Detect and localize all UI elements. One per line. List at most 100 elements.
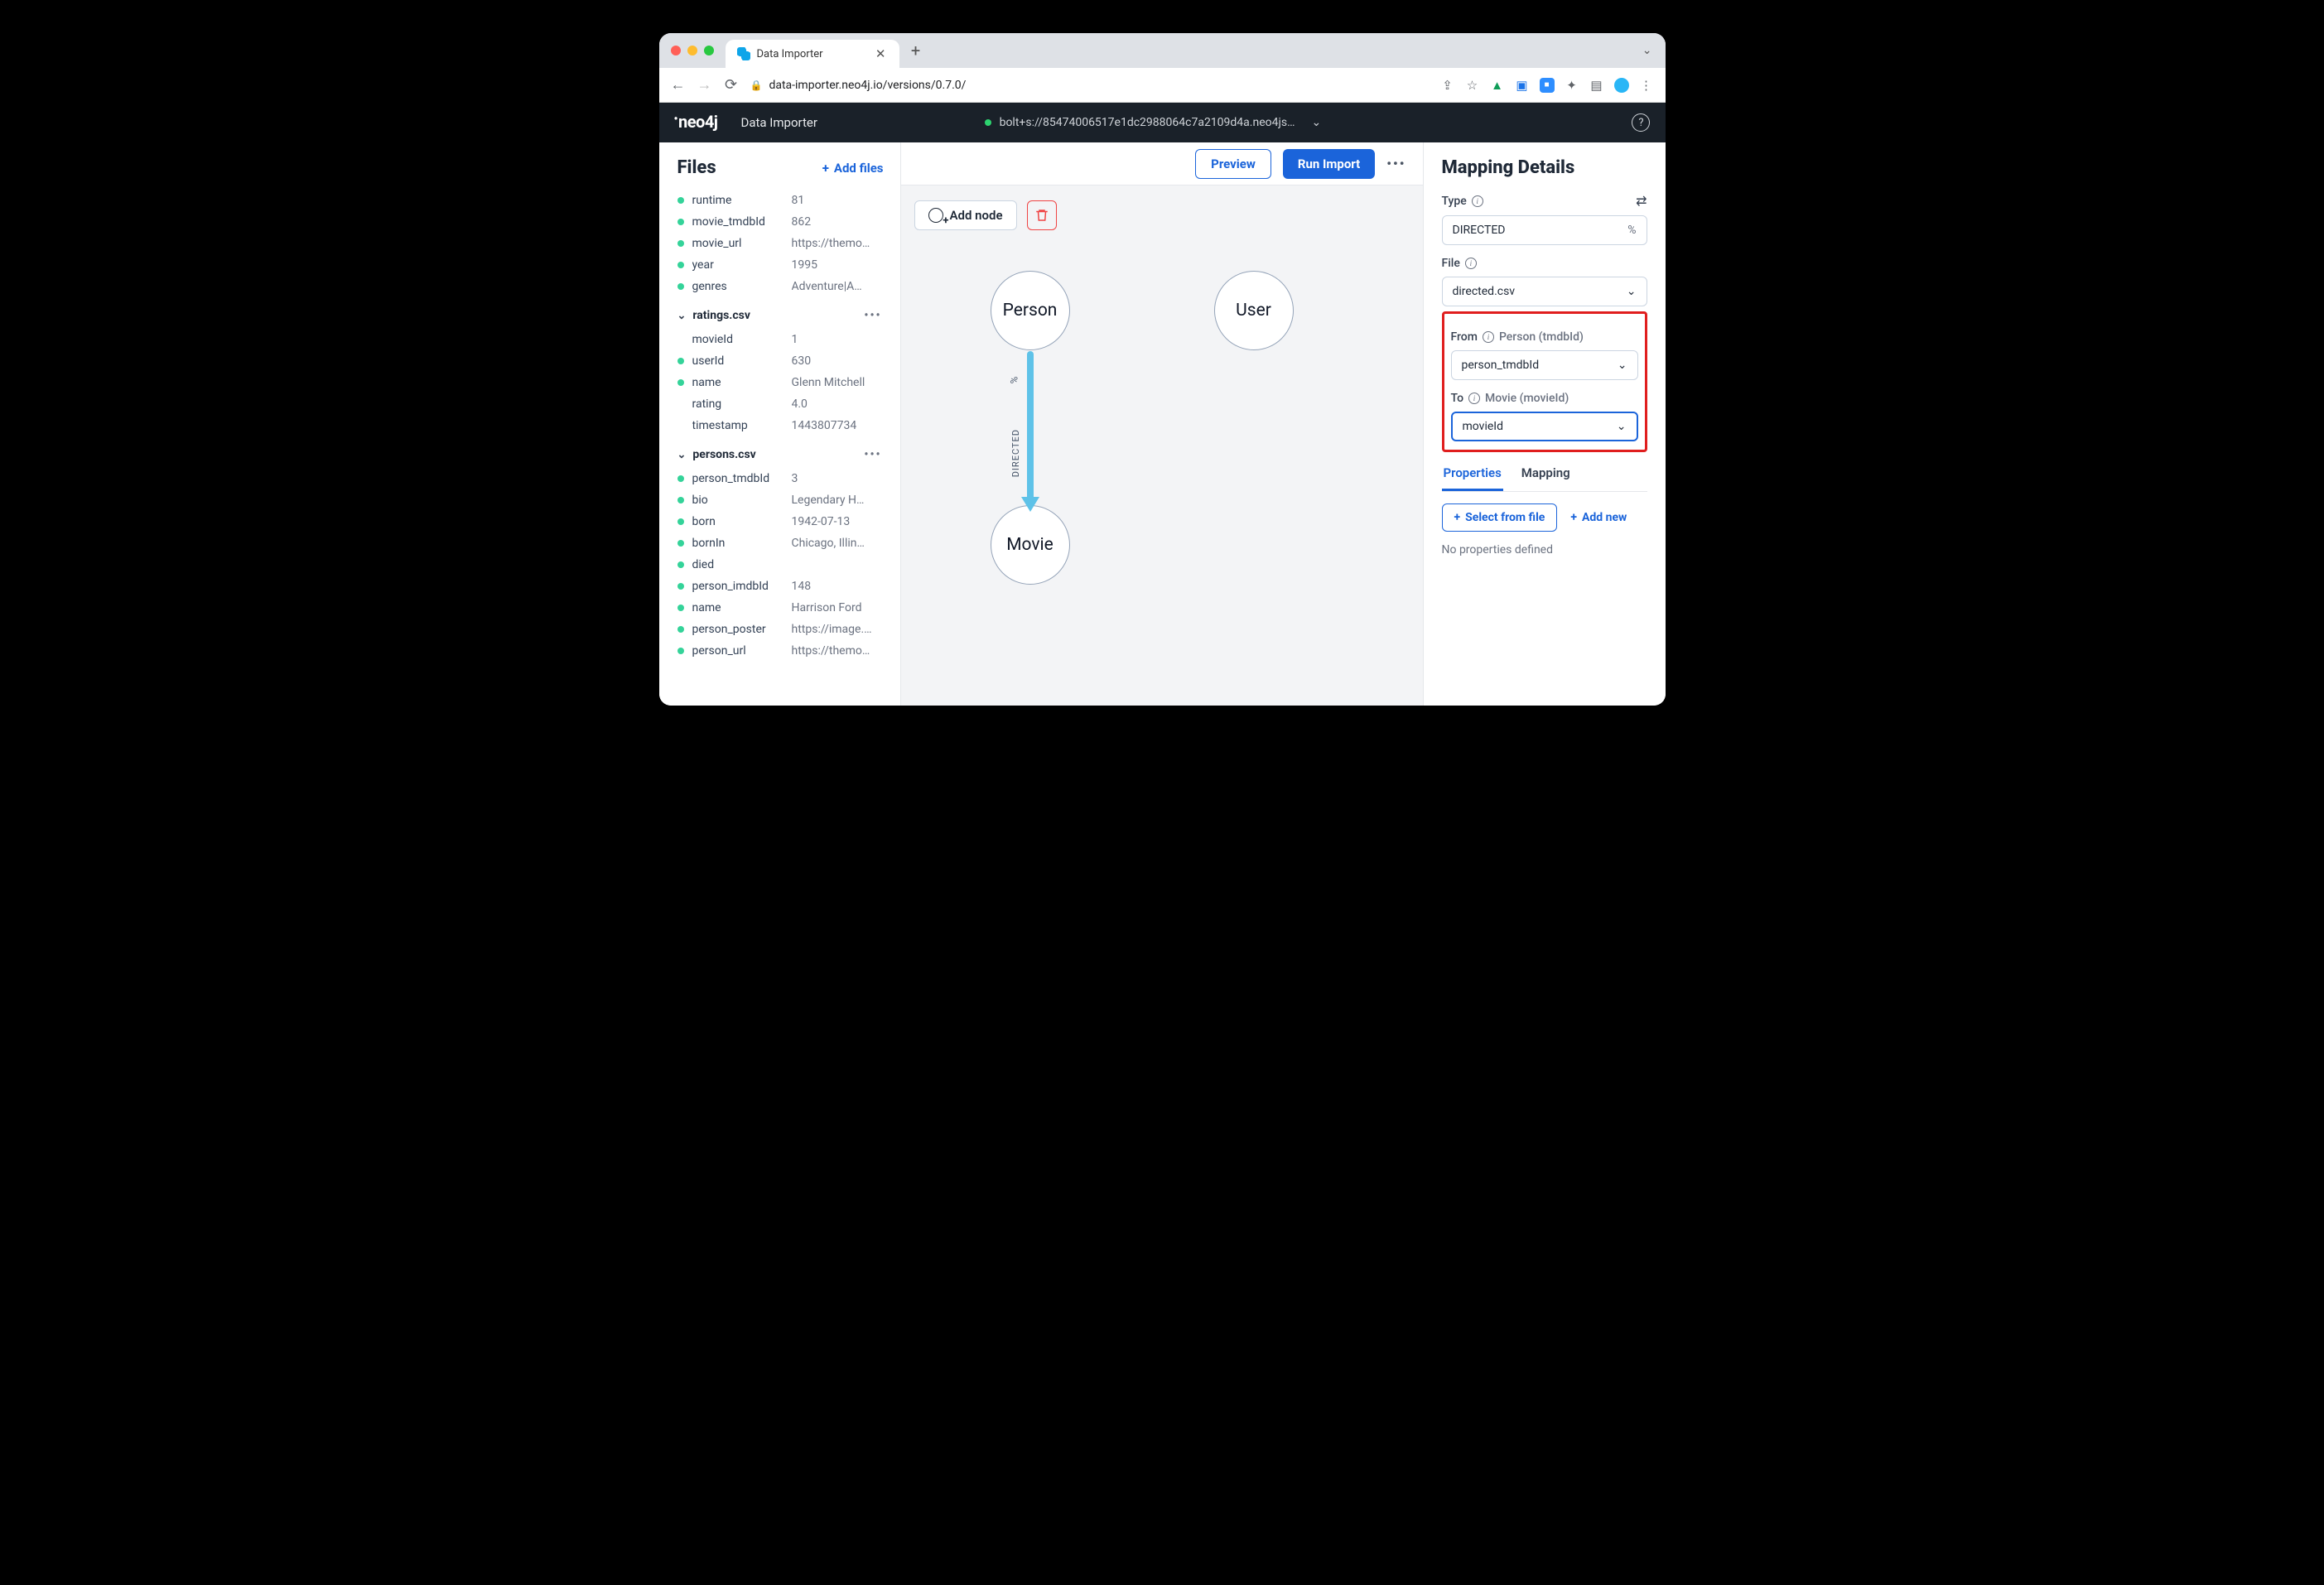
file-field-row: year 1995 <box>677 254 892 276</box>
connection-status-icon <box>985 119 991 126</box>
more-actions-icon[interactable]: ••• <box>1386 156 1405 171</box>
details-heading: Mapping Details <box>1442 157 1647 178</box>
edge-directed[interactable] <box>1027 351 1034 500</box>
field-value: Adventure|A… <box>792 280 892 293</box>
mapped-dot-icon <box>677 518 684 525</box>
close-tab-icon[interactable]: ✕ <box>874 46 888 61</box>
field-value: 862 <box>792 215 892 229</box>
to-select[interactable]: movieId ⌄ <box>1451 412 1638 441</box>
mapping-details-panel: Mapping Details Type i ⇄ DIRECTED % File… <box>1424 142 1666 706</box>
more-icon[interactable]: ••• <box>864 448 891 461</box>
no-properties-text: No properties defined <box>1442 543 1647 556</box>
file-field-row: person_poster https://image.… <box>677 619 892 640</box>
file-field-row: bornIn Chicago, Illin… <box>677 532 892 554</box>
field-value: 81 <box>792 194 892 207</box>
address-bar[interactable]: 🔒 data-importer.neo4j.io/versions/0.7.0/ <box>750 79 1429 92</box>
add-files-button[interactable]: + Add files <box>822 161 884 176</box>
back-icon[interactable]: ← <box>671 76 686 94</box>
tab-properties[interactable]: Properties <box>1442 465 1503 491</box>
mapped-dot-icon <box>677 605 684 611</box>
field-value: 1942-07-13 <box>792 515 892 528</box>
chevron-down-icon: ⌄ <box>1618 359 1627 372</box>
browser-toolbar: ← → ⟳ 🔒 data-importer.neo4j.io/versions/… <box>659 68 1666 103</box>
info-icon[interactable]: i <box>1465 258 1477 269</box>
run-import-button[interactable]: Run Import <box>1283 149 1375 179</box>
mapped-dot-icon <box>677 197 684 204</box>
chevron-down-icon: ⌄ <box>1627 285 1637 298</box>
browser-tab[interactable]: Data Importer ✕ <box>726 40 899 68</box>
app-header: •neo4j Data Importer bolt+s://8547400651… <box>659 103 1666 142</box>
info-icon[interactable]: i <box>1483 331 1494 343</box>
from-select[interactable]: person_tmdbId ⌄ <box>1451 350 1638 380</box>
field-key: movieId <box>692 333 784 346</box>
edge-percent: % <box>1008 377 1020 384</box>
drive-icon[interactable]: ▲ <box>1490 78 1505 93</box>
zoom-icon[interactable]: ■ <box>1540 78 1555 93</box>
add-new-button[interactable]: + Add new <box>1570 511 1627 524</box>
info-icon[interactable]: i <box>1472 195 1483 207</box>
translate-icon[interactable]: ▣ <box>1515 78 1530 93</box>
field-key: person_poster <box>692 623 784 636</box>
file-field-row: died <box>677 554 892 576</box>
type-input[interactable]: DIRECTED % <box>1442 215 1647 245</box>
minimize-window-icon[interactable] <box>687 46 697 55</box>
file-select[interactable]: directed.csv ⌄ <box>1442 277 1647 306</box>
from-to-highlight: From i Person (tmdbId) person_tmdbId ⌄ T… <box>1442 311 1647 452</box>
file-field-row: genres Adventure|A… <box>677 276 892 297</box>
reader-icon[interactable]: ▤ <box>1589 78 1604 93</box>
browser-window: Data Importer ✕ + ⌄ ← → ⟳ 🔒 data-importe… <box>659 33 1666 706</box>
field-value: Legendary H… <box>792 494 892 507</box>
info-icon[interactable]: i <box>1468 393 1480 404</box>
forward-icon[interactable]: → <box>697 76 712 94</box>
help-icon[interactable]: ? <box>1632 113 1650 132</box>
extension-icons: ⇪ ☆ ▲ ▣ ■ ✦ ▤ ⋮ <box>1440 78 1654 93</box>
field-key: died <box>692 558 784 571</box>
file-field-row: userId 630 <box>677 350 892 372</box>
node-movie[interactable]: Movie <box>991 505 1070 585</box>
node-user[interactable]: User <box>1214 271 1294 350</box>
swap-direction-icon[interactable]: ⇄ <box>1636 193 1647 209</box>
tab-mapping[interactable]: Mapping <box>1520 465 1572 491</box>
new-tab-button[interactable]: + <box>904 39 928 62</box>
more-icon[interactable]: ••• <box>864 309 891 322</box>
field-value: 3 <box>792 472 892 485</box>
delete-button[interactable] <box>1027 200 1057 230</box>
field-value: Harrison Ford <box>792 601 892 614</box>
preview-button[interactable]: Preview <box>1195 149 1271 179</box>
plus-icon: + <box>822 161 829 176</box>
file-field-row: name Harrison Ford <box>677 597 892 619</box>
file-name: persons.csv <box>692 448 755 461</box>
profile-icon[interactable] <box>1614 78 1629 93</box>
field-value: 1 <box>792 333 892 346</box>
close-window-icon[interactable] <box>671 46 681 55</box>
mapped-dot-icon <box>677 262 684 268</box>
tab-title: Data Importer <box>757 48 823 60</box>
mapped-dot-icon <box>677 648 684 654</box>
file-field-row: movie_url https://themo… <box>677 233 892 254</box>
graph-canvas[interactable]: Preview Run Import ••• Add node Person U… <box>901 142 1424 706</box>
mapped-dot-icon <box>677 475 684 482</box>
tab-list-chevron-icon[interactable]: ⌄ <box>1636 44 1659 57</box>
file-field-row: runtime 81 <box>677 190 892 211</box>
reload-icon[interactable]: ⟳ <box>724 76 739 94</box>
add-node-button[interactable]: Add node <box>914 200 1017 230</box>
file-field-row: person_tmdbId 3 <box>677 468 892 489</box>
canvas-toolbar: Preview Run Import ••• <box>901 142 1423 185</box>
file-field-row: timestamp 1443807734 <box>677 415 892 436</box>
maximize-window-icon[interactable] <box>704 46 714 55</box>
puzzle-icon[interactable]: ✦ <box>1565 78 1579 93</box>
connection-selector[interactable]: bolt+s://85474006517e1dc2988064c7a2109d4… <box>985 116 1322 129</box>
field-key: userId <box>692 354 784 368</box>
file-group-header[interactable]: ⌄ ratings.csv ••• <box>677 297 892 329</box>
file-field-row: rating 4.0 <box>677 393 892 415</box>
node-person[interactable]: Person <box>991 271 1070 350</box>
edge-arrowhead-icon <box>1021 497 1039 512</box>
star-icon[interactable]: ☆ <box>1465 78 1480 93</box>
file-group-header[interactable]: ⌄ persons.csv ••• <box>677 436 892 468</box>
tab-favicon <box>737 47 750 60</box>
kebab-menu-icon[interactable]: ⋮ <box>1639 78 1654 93</box>
field-key: person_tmdbId <box>692 472 784 485</box>
share-icon[interactable]: ⇪ <box>1440 78 1455 93</box>
select-from-file-button[interactable]: + Select from file <box>1442 503 1558 532</box>
file-field-row: movieId 1 <box>677 329 892 350</box>
